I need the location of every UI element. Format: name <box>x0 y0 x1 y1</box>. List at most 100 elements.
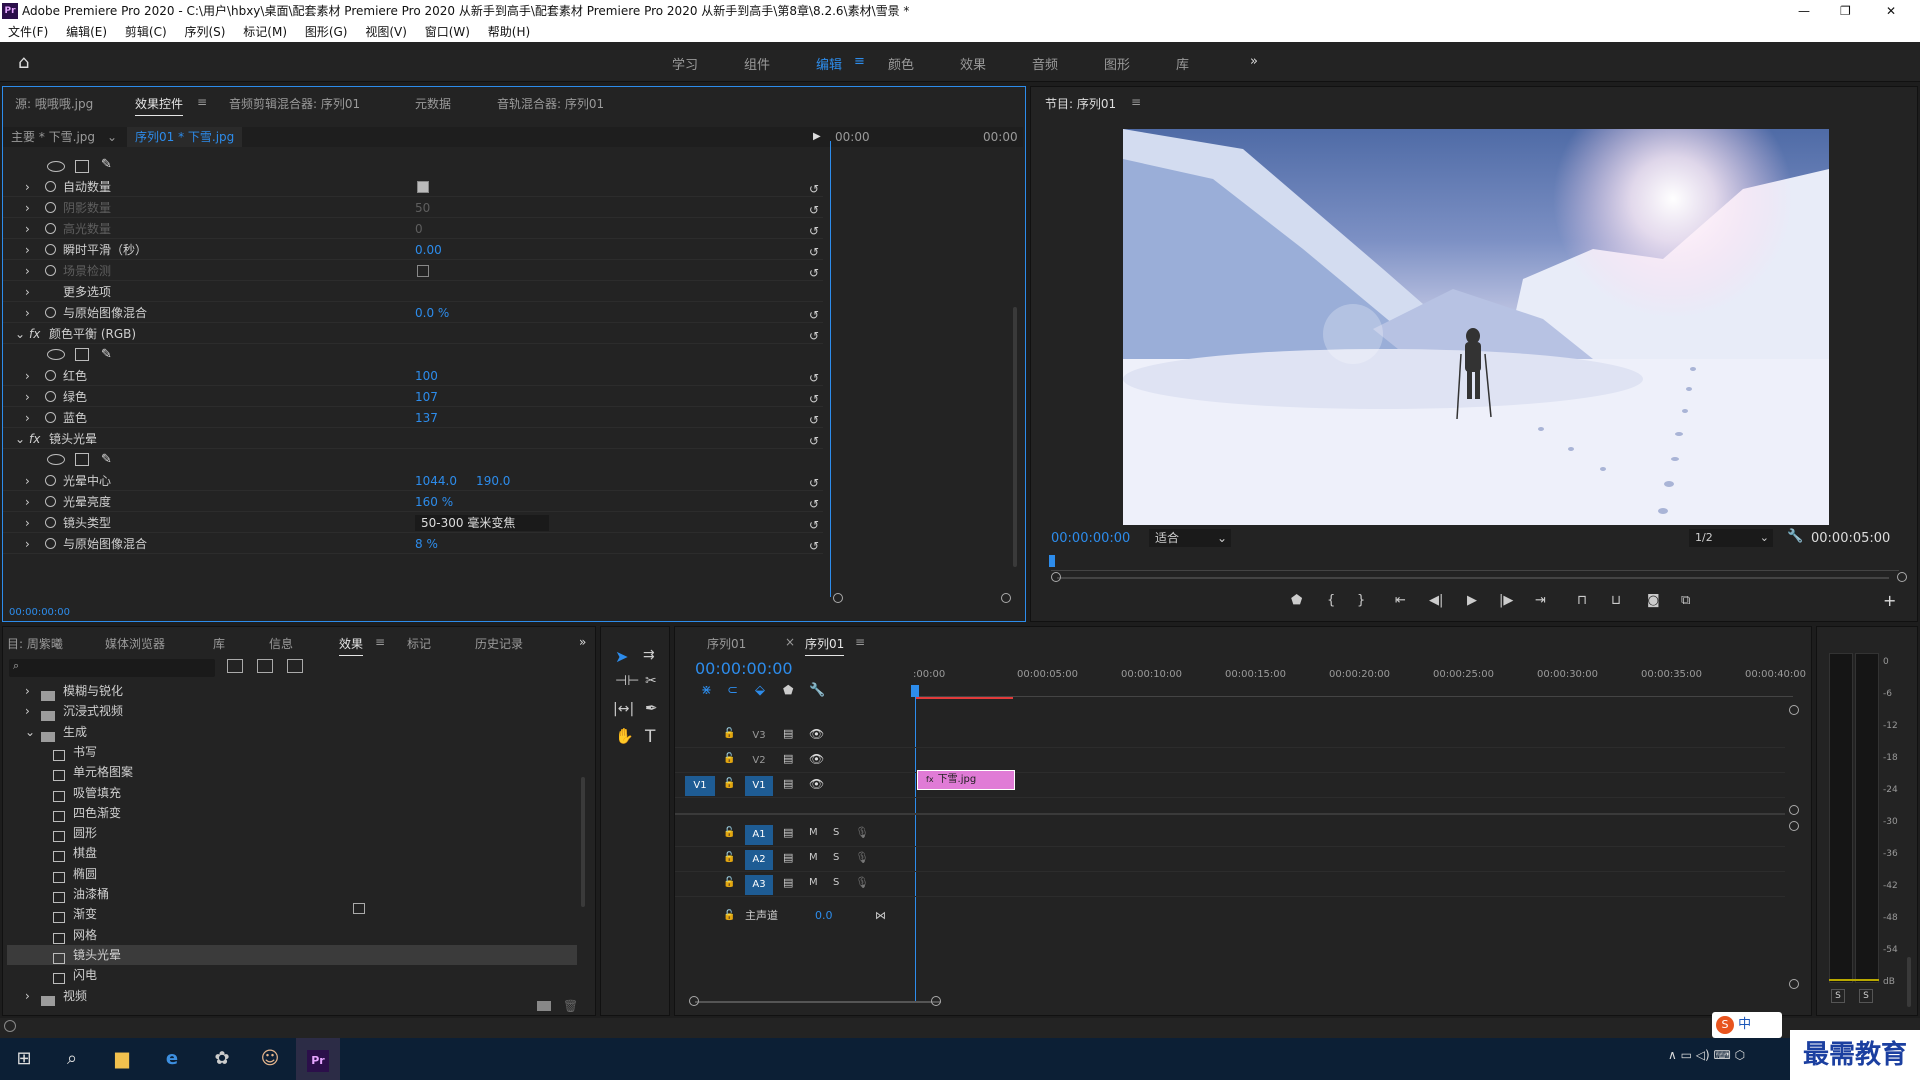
program-scrollbar[interactable] <box>1057 577 1889 579</box>
solo-button[interactable]: S <box>833 827 839 838</box>
playhead-handle[interactable] <box>911 685 919 697</box>
chevron-right-icon[interactable]: › <box>25 282 30 302</box>
32bit-effects-icon[interactable] <box>257 659 273 673</box>
chevron-right-icon[interactable]: › <box>25 681 30 701</box>
work-area-bar[interactable] <box>915 697 1013 699</box>
tab-info[interactable]: 信息 <box>269 635 293 652</box>
lock-icon[interactable]: 🔓 <box>723 827 735 838</box>
stopwatch-icon[interactable] <box>45 391 56 402</box>
ime-indicator[interactable]: S 中 <box>1712 1012 1782 1038</box>
effect-row[interactable]: › 场景检测 ↺ <box>3 261 823 281</box>
effect-row[interactable]: ⌄ fx 镜头光晕 ↺ <box>3 429 823 449</box>
clip-snow-jpg[interactable]: fx 下雪.jpg <box>917 770 1015 790</box>
stopwatch-icon[interactable] <box>45 475 56 486</box>
effect-row[interactable]: › 光晕中心 1044.0 190.0 ↺ <box>3 471 823 491</box>
yuv-effects-icon[interactable] <box>287 659 303 673</box>
type-tool-icon[interactable]: T <box>645 727 655 747</box>
reset-icon[interactable]: ↺ <box>809 368 819 388</box>
video-vscroll-bottom[interactable] <box>1789 805 1799 815</box>
audio-vscroll-top[interactable] <box>1789 821 1799 831</box>
workspace-menu-icon[interactable]: ≡ <box>854 54 865 69</box>
chevron-right-icon[interactable]: › <box>25 198 30 218</box>
effect-row[interactable]: ✎ <box>3 345 823 365</box>
more-workspaces-icon[interactable]: » <box>1250 54 1258 69</box>
mark-in-icon[interactable]: { <box>1327 593 1335 608</box>
mute-button[interactable]: M <box>809 852 818 863</box>
reset-icon[interactable]: ↺ <box>809 473 819 493</box>
chevron-right-icon[interactable]: › <box>25 408 30 428</box>
step-back-icon[interactable]: ◀| <box>1429 593 1443 608</box>
add-button-icon[interactable]: + <box>1883 591 1896 610</box>
menu-marker[interactable]: 标记(M) <box>243 25 287 39</box>
mark-out-icon[interactable]: } <box>1357 593 1365 608</box>
audio-vscroll-bottom[interactable] <box>1789 979 1799 989</box>
tab-effects-menu-icon[interactable]: ≡ <box>375 635 385 649</box>
effect-row[interactable]: › 红色 100 ↺ <box>3 366 823 386</box>
mini-scrollbar[interactable] <box>1013 307 1017 567</box>
effects-tree-item[interactable]: › 沉浸式视频 <box>7 701 577 722</box>
linked-selection-icon[interactable]: ⊂ <box>727 683 738 698</box>
sync-lock-icon[interactable]: ▤ <box>783 826 793 839</box>
restore-icon[interactable]: ❐ <box>1840 0 1851 22</box>
rectangle-mask-icon[interactable] <box>75 160 89 173</box>
stopwatch-icon[interactable] <box>45 181 56 192</box>
effects-tree-item[interactable]: 吸管填充 <box>7 783 577 803</box>
stopwatch-icon[interactable] <box>45 496 56 507</box>
reset-icon[interactable]: ↺ <box>809 305 819 325</box>
step-forward-icon[interactable]: |▶ <box>1499 593 1513 608</box>
tab-audio-track-mixer[interactable]: 音轨混合器: 序列01 <box>497 95 604 112</box>
snap-icon[interactable]: ⋇ <box>701 683 712 698</box>
stopwatch-icon[interactable] <box>45 517 56 528</box>
workspace-assembly[interactable]: 组件 <box>744 54 770 73</box>
timeline-menu-icon[interactable]: ≡ <box>855 635 865 649</box>
reset-icon[interactable]: ↺ <box>809 221 819 241</box>
program-playhead[interactable] <box>1049 555 1055 567</box>
reset-icon[interactable]: ↺ <box>809 410 819 430</box>
effect-row[interactable]: › 更多选项 <box>3 282 823 302</box>
chevron-right-icon[interactable]: › <box>25 701 30 721</box>
close-tab-icon[interactable]: × <box>785 635 795 649</box>
track-target-v1[interactable]: V1 <box>745 776 773 796</box>
effect-row[interactable]: › 与原始图像混合 0.0 % ↺ <box>3 303 823 323</box>
source-patch-v1[interactable]: V1 <box>685 776 715 796</box>
solo-button[interactable]: S <box>833 877 839 888</box>
resolution-dropdown[interactable]: 1/2 ⌄ <box>1689 529 1773 547</box>
lock-icon[interactable]: 🔓 <box>723 753 735 764</box>
more-tabs-icon[interactable]: » <box>579 635 586 649</box>
track-target-a2[interactable]: A2 <box>745 850 773 870</box>
stopwatch-icon[interactable] <box>45 412 56 423</box>
pen-mask-icon[interactable]: ✎ <box>101 345 112 365</box>
hand-tool-icon[interactable]: ✋ <box>615 727 634 745</box>
chevron-right-icon[interactable]: › <box>25 986 30 1006</box>
system-tray[interactable]: ∧ ▭ ◁) ⌨ ⬡ <box>1668 1048 1745 1062</box>
effect-row[interactable]: › 蓝色 137 ↺ <box>3 408 823 428</box>
fit-dropdown[interactable]: 适合 ⌄ <box>1149 529 1231 547</box>
stopwatch-icon[interactable] <box>45 202 56 213</box>
lock-icon[interactable]: 🔓 <box>723 778 735 789</box>
sync-lock-icon[interactable]: ▤ <box>783 876 793 889</box>
chevron-right-icon[interactable]: › <box>25 387 30 407</box>
minimize-icon[interactable]: — <box>1798 0 1810 22</box>
property-value[interactable]: 50-300 毫米变焦 <box>415 515 549 531</box>
reset-icon[interactable]: ↺ <box>809 536 819 556</box>
accelerated-effects-icon[interactable] <box>227 659 243 673</box>
chevron-right-icon[interactable]: › <box>25 471 30 491</box>
reset-icon[interactable]: ↺ <box>809 326 819 346</box>
master-track-value[interactable]: 0.0 <box>815 905 833 927</box>
effects-tree-item[interactable]: 棋盘 <box>7 843 577 863</box>
menu-sequence[interactable]: 序列(S) <box>184 25 225 39</box>
search-icon[interactable]: ⌕ <box>50 1038 94 1080</box>
eye-icon[interactable]: 👁 <box>809 777 824 791</box>
effect-row[interactable]: ✎ <box>3 450 823 470</box>
tab-library[interactable]: 库 <box>213 635 225 652</box>
solo-right-button[interactable]: S <box>1859 989 1873 1003</box>
property-value[interactable]: 0 <box>415 219 423 239</box>
lift-icon[interactable]: ⊓ <box>1577 593 1587 608</box>
effects-tree-item[interactable]: 渐变 <box>7 904 577 924</box>
ellipse-mask-icon[interactable] <box>47 161 65 172</box>
reset-icon[interactable]: ↺ <box>809 200 819 220</box>
effect-row[interactable]: ⌄ fx 颜色平衡 (RGB) ↺ <box>3 324 823 344</box>
effects-tree-item[interactable]: 闪电 <box>7 965 577 985</box>
timeline-ruler[interactable]: :00:00 00:00:05:00 00:00:10:00 00:00:15:00 0… <box>913 667 1806 697</box>
effects-tree-item[interactable]: › 视频 <box>7 986 577 1006</box>
